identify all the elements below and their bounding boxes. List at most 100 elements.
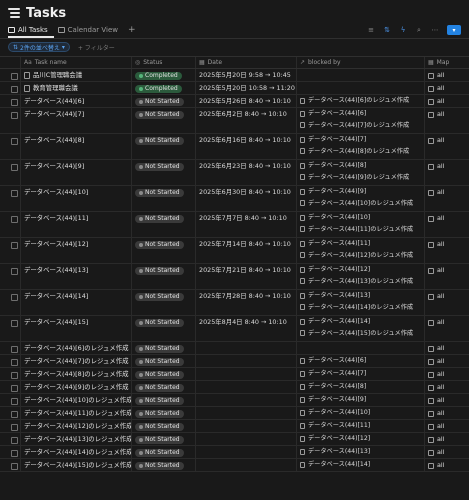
- map-cell[interactable]: all: [424, 433, 469, 445]
- task-name-cell[interactable]: データベース(44)[13]のレジュメ作成: [20, 433, 131, 445]
- add-filter-button[interactable]: + フィルター: [78, 43, 115, 52]
- row-checkbox[interactable]: [11, 268, 18, 275]
- more-icon[interactable]: ⋯: [431, 26, 439, 34]
- status-cell[interactable]: Not Started: [131, 108, 195, 133]
- blocked-by-cell[interactable]: データベース(44)[12] データベース(44)[13]のレジュメ作成: [296, 264, 424, 289]
- blocked-by-cell[interactable]: データベース(44)[8] データベース(44)[9]のレジュメ作成: [296, 160, 424, 185]
- blocked-by-cell[interactable]: データベース(44)[6] データベース(44)[7]のレジュメ作成: [296, 108, 424, 133]
- blocked-by-link[interactable]: データベース(44)[11]: [300, 238, 421, 250]
- status-cell[interactable]: Not Started: [131, 394, 195, 406]
- task-name-cell[interactable]: データベース(44)[7]のレジュメ作成: [20, 355, 131, 367]
- date-cell[interactable]: [195, 446, 296, 458]
- table-row[interactable]: データベース(44)[6] Not Started 2025年5月26日 8:40 …: [0, 95, 469, 108]
- add-view-icon[interactable]: +: [128, 25, 136, 35]
- map-cell[interactable]: all: [424, 407, 469, 419]
- status-cell[interactable]: Not Started: [131, 446, 195, 458]
- blocked-by-link[interactable]: データベース(44)[14]のレジュメ作成: [300, 302, 421, 314]
- task-name-cell[interactable]: データベース(44)[6]: [20, 95, 131, 107]
- table-row[interactable]: データベース(44)[10] Not Started 2025年6月30日 8:40…: [0, 186, 469, 212]
- table-row[interactable]: データベース(44)[13] Not Started 2025年7月21日 8:40…: [0, 264, 469, 290]
- column-header-map[interactable]: ▦ Map: [424, 57, 469, 68]
- map-cell[interactable]: all: [424, 420, 469, 432]
- row-checkbox[interactable]: [11, 164, 18, 171]
- table-row[interactable]: データベース(44)[6]のレジュメ作成 Not Started all: [0, 342, 469, 355]
- blocked-by-link[interactable]: データベース(44)[14]: [300, 316, 421, 328]
- status-cell[interactable]: Not Started: [131, 95, 195, 107]
- table-row[interactable]: データベース(44)[8] Not Started 2025年6月16日 8:40 …: [0, 134, 469, 160]
- row-checkbox[interactable]: [11, 450, 18, 457]
- date-cell[interactable]: [195, 407, 296, 419]
- task-name-cell[interactable]: 品川C管理職会議: [20, 69, 131, 81]
- row-checkbox[interactable]: [11, 346, 18, 353]
- row-checkbox[interactable]: [11, 372, 18, 379]
- search-icon[interactable]: ⌕: [415, 26, 423, 35]
- date-cell[interactable]: 2025年8月4日 8:40 → 10:10: [195, 316, 296, 341]
- blocked-by-link[interactable]: データベース(44)[7]: [300, 368, 421, 380]
- status-cell[interactable]: Not Started: [131, 342, 195, 354]
- task-name-cell[interactable]: データベース(44)[8]のレジュメ作成: [20, 368, 131, 380]
- blocked-by-link[interactable]: データベース(44)[14]: [300, 459, 421, 471]
- row-checkbox[interactable]: [11, 86, 18, 93]
- date-cell[interactable]: 2025年5月26日 8:40 → 10:10: [195, 95, 296, 107]
- task-name-cell[interactable]: データベース(44)[9]のレジュメ作成: [20, 381, 131, 393]
- status-cell[interactable]: Not Started: [131, 290, 195, 315]
- row-checkbox[interactable]: [11, 294, 18, 301]
- row-checkbox[interactable]: [11, 437, 18, 444]
- date-cell[interactable]: 2025年6月30日 8:40 → 10:10: [195, 186, 296, 211]
- status-cell[interactable]: Not Started: [131, 160, 195, 185]
- column-header-blocked-by[interactable]: ↗ blocked by: [296, 57, 424, 68]
- status-cell[interactable]: Not Started: [131, 368, 195, 380]
- status-cell[interactable]: Not Started: [131, 238, 195, 263]
- table-row[interactable]: 教育管理職会議 Completed 2025年5月20日 10:58 → 11:20…: [0, 82, 469, 95]
- status-cell[interactable]: Not Started: [131, 264, 195, 289]
- row-checkbox[interactable]: [11, 320, 18, 327]
- row-checkbox[interactable]: [11, 216, 18, 223]
- row-checkbox[interactable]: [11, 73, 18, 80]
- map-cell[interactable]: all: [424, 69, 469, 81]
- blocked-by-link[interactable]: データベース(44)[13]: [300, 446, 421, 458]
- status-cell[interactable]: Not Started: [131, 381, 195, 393]
- table-row[interactable]: データベース(44)[15] Not Started 2025年8月4日 8:40 …: [0, 316, 469, 342]
- map-cell[interactable]: all: [424, 381, 469, 393]
- table-row[interactable]: 品川C管理職会議 Completed 2025年5月20日 9:58 → 10:45…: [0, 69, 469, 82]
- blocked-by-cell[interactable]: [296, 69, 424, 81]
- map-cell[interactable]: all: [424, 82, 469, 94]
- row-checkbox[interactable]: [11, 190, 18, 197]
- blocked-by-link[interactable]: データベース(44)[7]: [300, 134, 421, 146]
- row-checkbox[interactable]: [11, 138, 18, 145]
- blocked-by-link[interactable]: データベース(44)[10]: [300, 212, 421, 224]
- blocked-by-link[interactable]: データベース(44)[9]: [300, 394, 421, 406]
- status-cell[interactable]: Not Started: [131, 316, 195, 341]
- status-cell[interactable]: Not Started: [131, 420, 195, 432]
- blocked-by-cell[interactable]: データベース(44)[8]: [296, 381, 424, 393]
- map-cell[interactable]: all: [424, 134, 469, 159]
- task-name-cell[interactable]: データベース(44)[14]: [20, 290, 131, 315]
- task-name-cell[interactable]: データベース(44)[6]のレジュメ作成: [20, 342, 131, 354]
- map-cell[interactable]: all: [424, 355, 469, 367]
- date-cell[interactable]: [195, 355, 296, 367]
- map-cell[interactable]: all: [424, 342, 469, 354]
- date-cell[interactable]: 2025年6月16日 8:40 → 10:10: [195, 134, 296, 159]
- status-cell[interactable]: Not Started: [131, 433, 195, 445]
- date-cell[interactable]: 2025年5月20日 10:58 → 11:20: [195, 82, 296, 94]
- blocked-by-link[interactable]: データベース(44)[12]: [300, 264, 421, 276]
- blocked-by-cell[interactable]: データベース(44)[10]: [296, 407, 424, 419]
- map-cell[interactable]: all: [424, 160, 469, 185]
- blocked-by-cell[interactable]: データベース(44)[14]: [296, 459, 424, 471]
- blocked-by-link[interactable]: データベース(44)[6]: [300, 355, 421, 367]
- table-row[interactable]: データベース(44)[14]のレジュメ作成 Not Started データベース(4…: [0, 446, 469, 459]
- map-cell[interactable]: all: [424, 368, 469, 380]
- status-cell[interactable]: Not Started: [131, 459, 195, 471]
- date-cell[interactable]: [195, 459, 296, 471]
- blocked-by-cell[interactable]: データベース(44)[13] データベース(44)[14]のレジュメ作成: [296, 290, 424, 315]
- table-row[interactable]: データベース(44)[11]のレジュメ作成 Not Started データベース(4…: [0, 407, 469, 420]
- blocked-by-link[interactable]: データベース(44)[10]: [300, 407, 421, 419]
- task-name-cell[interactable]: データベース(44)[11]: [20, 212, 131, 237]
- column-header-date[interactable]: ▦ Date: [195, 57, 296, 68]
- blocked-by-link[interactable]: データベース(44)[12]: [300, 433, 421, 445]
- map-cell[interactable]: all: [424, 186, 469, 211]
- date-cell[interactable]: 2025年7月14日 8:40 → 10:10: [195, 238, 296, 263]
- date-cell[interactable]: [195, 420, 296, 432]
- new-button[interactable]: ▾: [447, 25, 461, 35]
- status-cell[interactable]: Not Started: [131, 212, 195, 237]
